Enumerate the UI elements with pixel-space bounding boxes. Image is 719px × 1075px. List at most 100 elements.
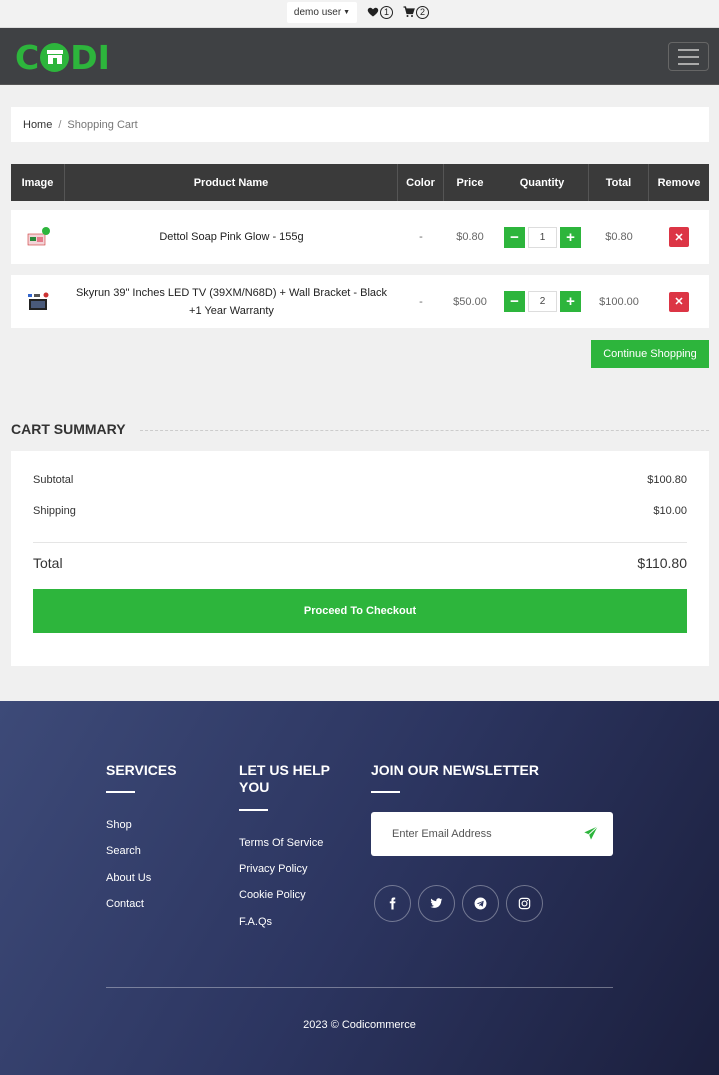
twitter-icon: [430, 898, 443, 908]
shipping-row: Shipping $10.00: [33, 505, 687, 517]
cart-summary-title: CART SUMMARY: [11, 421, 138, 437]
twitter-link[interactable]: [418, 885, 455, 922]
quantity-stepper: − 1 +: [496, 210, 589, 264]
continue-shopping-button[interactable]: Continue Shopping: [591, 340, 709, 368]
total-row: Total $110.80: [33, 555, 687, 571]
wishlist-link[interactable]: 1: [367, 4, 393, 20]
header-color: Color: [398, 164, 444, 201]
product-price: $50.00: [453, 295, 487, 308]
total-label: Total: [33, 555, 63, 571]
product-image[interactable]: [11, 275, 65, 328]
logo-text-right: DI: [70, 37, 110, 77]
header-image: Image: [11, 164, 65, 201]
facebook-icon: [389, 897, 396, 910]
footer-link-contact[interactable]: Contact: [106, 898, 144, 910]
footer-link-terms[interactable]: Terms Of Service: [239, 837, 323, 849]
caret-down-icon: ▼: [343, 9, 351, 16]
header-product-name: Product Name: [65, 164, 398, 201]
help-heading-line2: YOU: [239, 779, 270, 795]
product-price: $0.80: [456, 231, 484, 243]
proceed-to-checkout-button[interactable]: Proceed To Checkout: [33, 589, 687, 633]
send-icon[interactable]: [583, 825, 599, 841]
table-row: Dettol Soap Pink Glow - 155g - $0.80 − 1…: [11, 210, 709, 264]
shipping-label: Shipping: [33, 505, 76, 517]
cart-count-badge: 2: [416, 5, 429, 19]
section-divider: [135, 430, 709, 431]
header-remove: Remove: [657, 176, 701, 189]
heart-icon: [367, 7, 379, 17]
breadcrumb: Home / Shopping Cart: [11, 107, 709, 142]
subtotal-value: $100.80: [647, 474, 687, 486]
summary-divider: [33, 542, 687, 543]
increase-quantity-button[interactable]: +: [560, 291, 581, 312]
quantity-input[interactable]: 1: [528, 226, 557, 248]
breadcrumb-home-link[interactable]: Home: [23, 119, 52, 131]
heading-underline: [239, 809, 268, 811]
store-icon: [40, 42, 70, 72]
logo-text-left: C: [15, 37, 40, 77]
product-thumbnail-soap: [27, 227, 50, 246]
product-thumbnail-tv: [28, 292, 49, 310]
main-header: C DI: [0, 28, 719, 85]
hamburger-icon-bar: [678, 48, 699, 51]
user-dropdown[interactable]: demo user ▼: [287, 2, 357, 23]
site-footer: SERVICES Shop Search About Us Contact LE…: [0, 701, 719, 1075]
footer-link-search[interactable]: Search: [106, 845, 141, 857]
header-total: Total: [589, 164, 649, 201]
hamburger-icon-bar: [678, 62, 699, 65]
newsletter-email-input[interactable]: Enter Email Address: [371, 812, 613, 856]
remove-item-button[interactable]: ✕: [669, 291, 689, 312]
telegram-icon: [474, 897, 487, 910]
footer-link-about-us[interactable]: About Us: [106, 872, 151, 884]
site-logo[interactable]: C DI: [15, 38, 110, 77]
instagram-icon: [518, 897, 531, 910]
telegram-link[interactable]: [462, 885, 499, 922]
product-name[interactable]: Dettol Soap Pink Glow - 155g: [65, 210, 398, 264]
services-heading: SERVICES: [106, 762, 177, 778]
product-image[interactable]: [11, 210, 65, 264]
shipping-value: $10.00: [653, 505, 687, 517]
breadcrumb-current: Shopping Cart: [67, 118, 138, 131]
footer-link-faqs[interactable]: F.A.Qs: [239, 916, 272, 928]
wishlist-count-badge: 1: [380, 5, 393, 19]
cart-link[interactable]: 2: [403, 4, 429, 20]
heading-underline: [371, 791, 400, 793]
footer-link-cookie[interactable]: Cookie Policy: [239, 889, 306, 901]
cart-summary-box: Subtotal $100.80 Shipping $10.00 Total $…: [11, 451, 709, 666]
top-bar: demo user ▼ 1 2: [0, 0, 719, 28]
heading-underline: [106, 791, 135, 793]
decrease-quantity-button[interactable]: −: [504, 291, 525, 312]
newsletter-placeholder: Enter Email Address: [392, 828, 492, 840]
cart-icon: [403, 6, 415, 17]
table-row: Skyrun 39" Inches LED TV (39XM/N68D) + W…: [11, 275, 709, 328]
product-total: $100.00: [599, 295, 639, 308]
remove-item-button[interactable]: ✕: [669, 227, 689, 247]
footer-link-privacy[interactable]: Privacy Policy: [239, 863, 307, 875]
cart-table-header: Image Product Name Color Price Quantity …: [11, 164, 709, 201]
decrease-quantity-button[interactable]: −: [504, 226, 525, 248]
increase-quantity-button[interactable]: +: [560, 226, 581, 248]
facebook-link[interactable]: [374, 885, 411, 922]
instagram-link[interactable]: [506, 885, 543, 922]
breadcrumb-separator: /: [58, 118, 62, 131]
remove-cell: ✕: [649, 275, 709, 328]
footer-link-shop[interactable]: Shop: [106, 819, 132, 831]
subtotal-label: Subtotal: [33, 474, 74, 486]
header-quantity: Quantity: [496, 164, 589, 201]
help-heading-line1: LET US HELP: [239, 762, 331, 778]
menu-toggle-button[interactable]: [668, 42, 709, 71]
subtotal-row: Subtotal $100.80: [33, 474, 687, 486]
footer-divider: [106, 987, 613, 988]
quantity-stepper: − 2 +: [496, 275, 589, 328]
header-price: Price: [456, 176, 484, 189]
hamburger-icon-bar: [678, 55, 699, 58]
copyright-text: 2023 © Codicommerce: [303, 1019, 416, 1031]
product-color: -: [419, 295, 423, 308]
product-color: -: [419, 231, 423, 243]
product-name[interactable]: Skyrun 39" Inches LED TV (39XM/N68D) + W…: [65, 275, 398, 328]
total-value: $110.80: [637, 555, 687, 571]
product-total: $0.80: [605, 231, 633, 243]
help-heading: LET US HELP YOU: [239, 762, 330, 796]
newsletter-heading: JOIN OUR NEWSLETTER: [371, 762, 540, 778]
quantity-input[interactable]: 2: [528, 291, 557, 312]
